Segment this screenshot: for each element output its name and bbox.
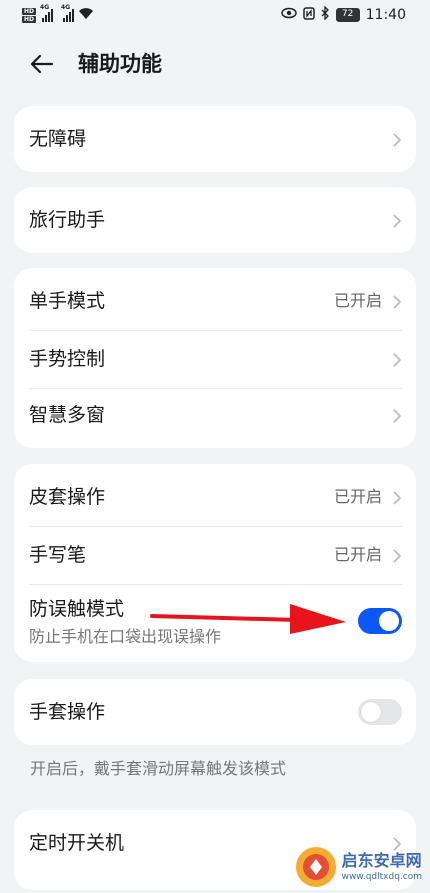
hd-indicators: HD HD — [22, 7, 37, 23]
chevron-right-icon — [393, 133, 402, 147]
back-arrow-icon[interactable] — [26, 48, 58, 80]
stylus-item[interactable]: 手写笔 已开启 — [14, 526, 416, 584]
network-type: 4G — [61, 4, 71, 11]
accessibility-item[interactable]: 无障碍 — [14, 110, 416, 168]
card-group-modes: 单手模式 已开启 手势控制 智慧多窗 — [14, 268, 416, 448]
watermark-logo-icon — [295, 847, 336, 887]
eye-comfort-icon — [280, 7, 297, 23]
pocket-mode-toggle[interactable] — [358, 608, 402, 634]
clock: 11:40 — [365, 7, 406, 23]
header: 辅助功能 — [0, 40, 430, 88]
chevron-right-icon — [393, 549, 402, 563]
item-label: 手势控制 — [29, 348, 106, 370]
one-hand-mode-item[interactable]: 单手模式 已开启 — [14, 272, 416, 330]
glove-mode-hint: 开启后，戴手套滑动屏幕触发该模式 — [30, 759, 287, 778]
toggle-knob — [379, 611, 399, 631]
hd-badge: HD — [22, 7, 37, 15]
item-status: 已开启 — [333, 545, 382, 564]
card-glove-mode: 手套操作 — [14, 679, 416, 745]
glove-mode-item: 手套操作 — [14, 683, 416, 741]
card-travel-assistant: 旅行助手 — [14, 187, 416, 253]
nfc-icon — [302, 6, 315, 24]
bluetooth-icon — [321, 5, 330, 24]
chevron-right-icon — [393, 409, 402, 423]
chevron-right-icon — [393, 295, 402, 309]
smart-multi-window-item[interactable]: 智慧多窗 — [14, 386, 416, 444]
chevron-right-icon — [393, 214, 402, 228]
item-status: 已开启 — [333, 291, 382, 310]
signal-icon: 4G — [61, 4, 75, 22]
red-arrow-annotation — [150, 604, 346, 634]
item-label: 手写笔 — [29, 544, 87, 566]
item-label: 旅行助手 — [29, 209, 106, 231]
hd-badge: HD — [22, 15, 37, 23]
item-label: 定时开关机 — [29, 832, 125, 854]
watermark-url: www.qdltxdq.com — [341, 872, 422, 882]
watermark-name: 启东安卓网 — [341, 851, 422, 870]
item-label: 皮套操作 — [29, 486, 106, 508]
travel-assistant-item[interactable]: 旅行助手 — [14, 191, 416, 249]
card-accessibility: 无障碍 — [14, 106, 416, 172]
item-label: 防误触模式 — [29, 598, 125, 620]
chevron-right-icon — [393, 491, 402, 505]
battery-icon: 72 — [335, 8, 360, 22]
glove-mode-toggle[interactable] — [358, 699, 402, 725]
status-bar: HD HD 4G 4G 72 11:40 — [0, 0, 430, 30]
item-status: 已开启 — [333, 487, 382, 506]
network-type: 4G — [40, 4, 50, 11]
item-label: 无障碍 — [29, 128, 87, 150]
item-label: 手套操作 — [29, 701, 106, 723]
page-title: 辅助功能 — [78, 52, 162, 76]
signal-icon: 4G — [40, 4, 54, 22]
item-label: 智慧多窗 — [29, 404, 106, 426]
chevron-right-icon — [393, 353, 402, 367]
gesture-control-item[interactable]: 手势控制 — [14, 330, 416, 388]
toggle-knob — [361, 702, 381, 722]
status-right: 72 11:40 — [280, 5, 406, 24]
status-left: HD HD 4G 4G — [22, 4, 94, 24]
item-label: 单手模式 — [29, 290, 106, 312]
watermark-text: 启东安卓网 www.qdltxdq.com — [342, 851, 422, 883]
cover-operation-item[interactable]: 皮套操作 已开启 — [14, 468, 416, 526]
watermark: 启东安卓网 www.qdltxdq.com — [294, 845, 422, 889]
wifi-icon — [78, 6, 94, 24]
